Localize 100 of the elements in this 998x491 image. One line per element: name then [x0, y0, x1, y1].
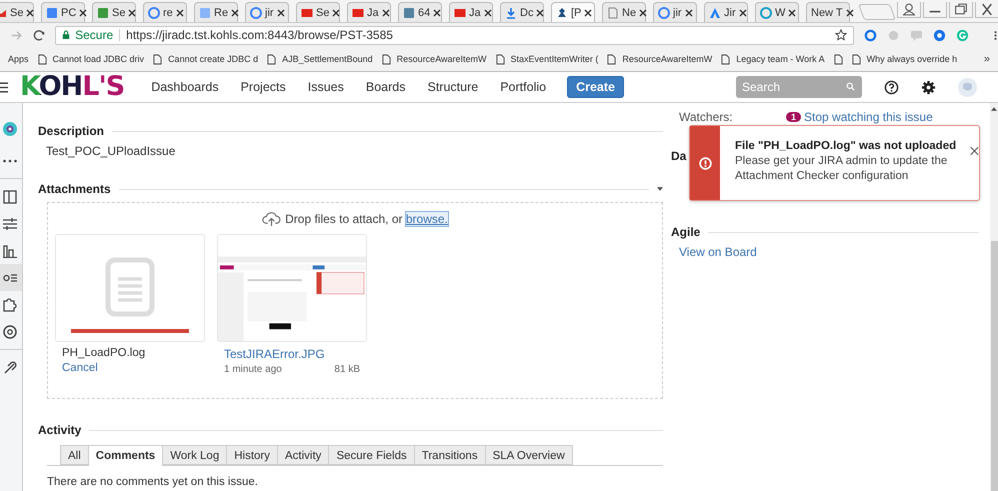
- browser-tab[interactable]: Se: [0, 2, 34, 22]
- close-icon[interactable]: [433, 8, 442, 16]
- view-on-board-link[interactable]: View on Board: [679, 245, 979, 259]
- close-icon[interactable]: [332, 8, 340, 16]
- bookmark[interactable]: [834, 54, 843, 64]
- nav-link[interactable]: Structure: [428, 80, 478, 94]
- create-button[interactable]: Create: [567, 76, 624, 98]
- browser-tab[interactable]: PC: [41, 2, 85, 22]
- close-icon[interactable]: [970, 146, 979, 156]
- close-icon[interactable]: [536, 8, 544, 16]
- activity-tab[interactable]: Transitions: [414, 445, 486, 465]
- link-icon: [3, 360, 17, 374]
- browser-tab[interactable]: re: [143, 2, 187, 22]
- extension-icon[interactable]: [864, 28, 877, 42]
- close-icon[interactable]: [276, 8, 285, 16]
- browse-link[interactable]: browse.: [406, 212, 448, 226]
- close-icon[interactable]: [788, 8, 796, 16]
- scroll-thumb[interactable]: [990, 241, 998, 491]
- menu-icon[interactable]: [993, 28, 998, 42]
- nav-link[interactable]: Portfolio: [500, 80, 546, 94]
- description-text: Test_POC_UPloadIssue: [46, 144, 176, 158]
- activity-tab[interactable]: Secure Fields: [329, 445, 415, 465]
- notification-title: File "PH_LoadPO.log" was not uploaded: [735, 140, 956, 152]
- sidebar-item[interactable]: [0, 264, 22, 291]
- more-bookmarks-button[interactable]: »: [984, 53, 990, 65]
- cancel-link[interactable]: Cancel: [62, 362, 198, 374]
- drop-zone[interactable]: Drop files to attach, or browse. PH_LoadPO.log Cancel TestJIRAError.JPG 1 minute ago 81 kB: [47, 202, 663, 399]
- browser-tab[interactable]: 64: [398, 2, 442, 22]
- favicon-icon: [403, 6, 415, 18]
- bookmark[interactable]: ResourceAwareItemW: [607, 54, 712, 64]
- nav-link[interactable]: Dashboards: [151, 80, 219, 94]
- browser-tab[interactable]: Ne: [602, 2, 646, 22]
- section-heading: Activity: [38, 423, 82, 437]
- nav-link[interactable]: Projects: [240, 80, 286, 94]
- bookmark[interactable]: Cannot create JDBC d: [153, 54, 258, 64]
- caret-icon[interactable]: [657, 187, 663, 191]
- minimize-icon[interactable]: [923, 2, 947, 18]
- close-icon[interactable]: [846, 8, 854, 16]
- activity-tab[interactable]: Comments: [88, 445, 164, 466]
- close-icon[interactable]: [231, 8, 240, 16]
- browser-tab[interactable]: [P: [551, 2, 595, 22]
- browser-tab[interactable]: jir: [245, 2, 289, 22]
- browser-tab[interactable]: Ja: [347, 2, 391, 22]
- page-icon: [38, 54, 47, 64]
- close-icon[interactable]: [738, 8, 747, 16]
- bookmark[interactable]: Cannot load JDBC driv: [38, 54, 144, 64]
- activity-tab[interactable]: SLA Overview: [486, 445, 573, 465]
- browser-tab[interactable]: Ja: [449, 2, 493, 22]
- stop-watching-link[interactable]: Stop watching this issue: [804, 110, 933, 124]
- activity-tab[interactable]: Activity: [278, 445, 330, 465]
- star-icon[interactable]: [835, 29, 847, 41]
- browser-tab[interactable]: Jir: [704, 2, 748, 22]
- bookmark[interactable]: ResourceAwareItemW: [382, 54, 487, 64]
- browser-tab[interactable]: Re: [194, 2, 238, 22]
- bookmark[interactable]: AJB_SettlementBound: [267, 54, 373, 64]
- bookmark[interactable]: StaxEventItemWriter (: [496, 54, 598, 64]
- bookmark[interactable]: Legacy team - Work A: [721, 54, 825, 64]
- close-icon[interactable]: [26, 8, 34, 16]
- error-icon: [698, 156, 712, 170]
- close-icon[interactable]: [584, 8, 592, 16]
- help-icon[interactable]: [884, 80, 899, 94]
- settings-icon[interactable]: [921, 80, 936, 94]
- empty-message: There are no comments yet on this issue.: [47, 476, 259, 488]
- browser-tab[interactable]: Dc: [500, 2, 544, 22]
- file-name[interactable]: TestJIRAError.JPG: [224, 347, 360, 361]
- section-heading: Attachments: [38, 182, 111, 196]
- favicon-icon: [505, 6, 517, 18]
- scroll-up-icon[interactable]: [991, 107, 997, 111]
- close-icon[interactable]: [639, 8, 648, 16]
- close-icon[interactable]: [484, 8, 492, 16]
- browser-tab[interactable]: jir: [653, 2, 697, 22]
- favicon-icon: [148, 6, 160, 18]
- activity-tab[interactable]: History: [227, 445, 278, 465]
- browser-tab[interactable]: Se: [296, 2, 340, 22]
- browser-tab[interactable]: W: [755, 2, 799, 22]
- activity-tab[interactable]: All: [60, 445, 89, 465]
- reload-icon[interactable]: [32, 28, 46, 42]
- scrollbar[interactable]: [990, 103, 998, 491]
- board-icon: [3, 190, 17, 204]
- url-text: https://jiradc.tst.kohls.com:8443/browse/PST-3585: [126, 28, 394, 42]
- favicon-icon: [97, 6, 109, 18]
- nav-link[interactable]: Issues: [308, 80, 344, 94]
- close-icon[interactable]: [975, 2, 998, 18]
- activity-tab[interactable]: Work Log: [163, 445, 228, 465]
- bookmark[interactable]: Apps: [8, 54, 29, 64]
- favicon-icon: [607, 6, 619, 18]
- close-icon[interactable]: [382, 8, 390, 16]
- user-icon[interactable]: [897, 2, 921, 18]
- restore-icon[interactable]: [949, 2, 973, 18]
- close-icon[interactable]: [176, 8, 184, 16]
- extension-icon[interactable]: [933, 28, 946, 42]
- close-icon[interactable]: [79, 8, 88, 16]
- nav-link[interactable]: Boards: [366, 80, 406, 94]
- attachment-card[interactable]: [55, 234, 205, 342]
- close-icon[interactable]: [684, 8, 693, 16]
- bookmark[interactable]: Why always override h: [852, 54, 958, 64]
- browser-tab[interactable]: Se: [92, 2, 136, 22]
- close-icon[interactable]: [128, 8, 136, 16]
- address-bar[interactable]: Secure https://jiradc.tst.kohls.com:8443/browse/PST-3585: [55, 26, 854, 44]
- search-field[interactable]: Search: [736, 76, 862, 98]
